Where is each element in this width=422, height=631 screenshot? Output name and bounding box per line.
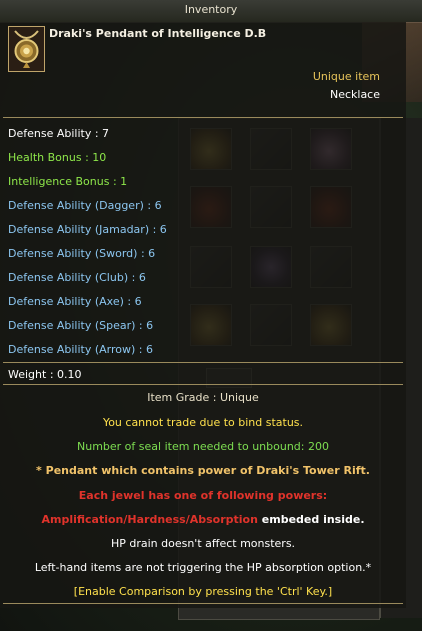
stat-line: Defense Ability : 7 bbox=[8, 127, 110, 140]
stat-line: Defense Ability (Arrow) : 6 bbox=[8, 343, 153, 356]
description-line: HP drain doesn't affect monsters. bbox=[110, 537, 296, 550]
description-line: Amplification/Hardness/Absorption embede… bbox=[0, 513, 406, 526]
item-icon-frame bbox=[8, 26, 45, 72]
item-tooltip: Draki's Pendant of Intelligence D.B Uniq… bbox=[0, 22, 406, 608]
divider bbox=[3, 603, 403, 604]
item-name: Draki's Pendant of Intelligence D.B bbox=[49, 27, 267, 40]
item-type-label: Necklace bbox=[329, 88, 380, 101]
stat-line: Defense Ability (Club) : 6 bbox=[8, 271, 146, 284]
description-powers: Amplification/Hardness/Absorption bbox=[41, 513, 258, 526]
divider bbox=[3, 362, 403, 363]
stat-line: Defense Ability (Jamadar) : 6 bbox=[8, 223, 167, 236]
stat-line: Health Bonus : 10 bbox=[8, 151, 107, 164]
description-embedded: embeded inside. bbox=[257, 513, 365, 526]
divider bbox=[3, 384, 403, 385]
compare-hint-line: [Enable Comparison by pressing the 'Ctrl… bbox=[73, 585, 333, 598]
description-line: Each jewel has one of following powers: bbox=[78, 489, 328, 502]
seal-needed-line: Number of seal item needed to unbound: 2… bbox=[77, 440, 329, 453]
description-line: * Pendant which contains power of Draki'… bbox=[36, 464, 370, 477]
stat-line: Defense Ability (Axe) : 6 bbox=[8, 295, 142, 308]
item-grade-label: Unique item bbox=[312, 70, 380, 83]
bind-status-line: You cannot trade due to bind status. bbox=[102, 416, 304, 429]
stat-line: Defense Ability (Spear) : 6 bbox=[8, 319, 154, 332]
weight-line: Weight : 0.10 bbox=[8, 368, 82, 381]
stat-line: Intelligence Bonus : 1 bbox=[8, 175, 128, 188]
divider bbox=[3, 117, 403, 118]
pendant-icon bbox=[9, 27, 44, 71]
inventory-title-bar[interactable]: Inventory bbox=[0, 0, 422, 23]
stat-line: Defense Ability (Dagger) : 6 bbox=[8, 199, 162, 212]
item-grade-line: Item Grade : Unique bbox=[147, 391, 259, 404]
description-line: Left-hand items are not triggering the H… bbox=[34, 561, 372, 574]
inventory-title: Inventory bbox=[184, 3, 238, 16]
stat-line: Defense Ability (Sword) : 6 bbox=[8, 247, 156, 260]
